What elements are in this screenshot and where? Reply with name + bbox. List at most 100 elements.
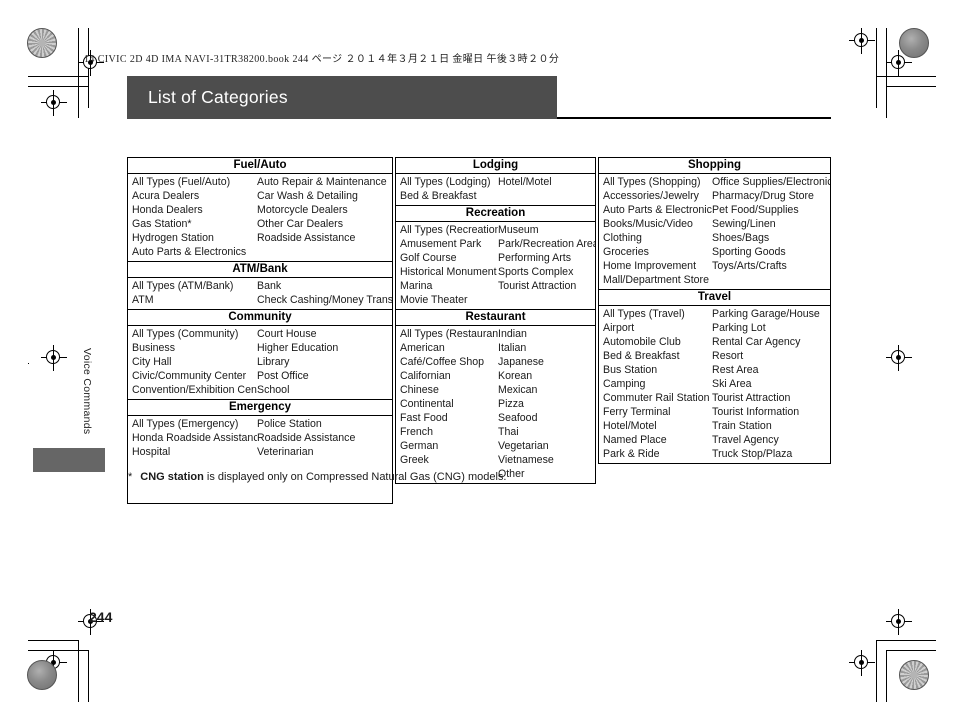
category-row: All Types (Fuel/Auto) Auto Repair & Maint… xyxy=(128,175,392,189)
category-item: Museum xyxy=(498,224,539,236)
category-item: Mexican xyxy=(498,384,538,396)
category-row: Golf Course Performing Arts xyxy=(396,251,595,265)
category-item: School xyxy=(257,384,290,396)
category-group: Lodging All Types (Lodging) Hotel/Motel Bed… xyxy=(396,158,595,205)
category-item xyxy=(712,273,830,287)
category-item: Business xyxy=(132,342,175,354)
section-thumb-tab xyxy=(33,448,105,472)
category-row: All Types (Recreation) Museum xyxy=(396,223,595,237)
category-item: Toys/Arts/Crafts xyxy=(712,260,787,272)
category-row: Acura Dealers Car Wash & Detailing xyxy=(128,189,392,203)
crop-mark-line xyxy=(28,363,29,364)
category-item: Californian xyxy=(400,370,451,382)
category-row: Honda Dealers Motorcycle Dealers xyxy=(128,203,392,217)
category-item: Train Station xyxy=(712,420,772,432)
category-item: Greek xyxy=(400,454,429,466)
category-item: Groceries xyxy=(603,246,649,258)
category-item: Chinese xyxy=(400,384,439,396)
category-row: Historical Monument Sports Complex xyxy=(396,265,595,279)
crop-mark-line xyxy=(876,640,936,641)
category-item: All Types (Travel) xyxy=(603,308,685,320)
registration-mark xyxy=(41,90,67,116)
category-item: Other Car Dealers xyxy=(257,218,343,230)
category-column-2: Lodging All Types (Lodging) Hotel/Motel Bed… xyxy=(395,157,596,484)
category-item: All Types (Lodging) xyxy=(400,176,491,188)
category-group-heading: Recreation xyxy=(396,205,595,222)
category-item: Vietnamese xyxy=(498,454,554,466)
category-row: Bus Station Rest Area xyxy=(599,363,830,377)
category-row: French Thai xyxy=(396,425,595,439)
category-group: Community All Types (Community) Court Hous… xyxy=(128,309,392,399)
registration-mark xyxy=(849,650,875,676)
category-row: Airport Parking Lot xyxy=(599,321,830,335)
category-item: All Types (Fuel/Auto) xyxy=(132,176,231,188)
category-item: Acura Dealers xyxy=(132,190,200,202)
category-item xyxy=(498,293,595,307)
category-row: Amusement Park Park/Recreation Area xyxy=(396,237,595,251)
category-group-body: All Types (Shopping) Office Supplies/Elec… xyxy=(599,174,830,289)
color-calibration-dot xyxy=(899,660,929,690)
category-item: American xyxy=(400,342,445,354)
category-row: ATM Check Cashing/Money Trans xyxy=(128,293,392,307)
category-row: Hospital Veterinarian xyxy=(128,445,392,459)
category-item: Tourist Attraction xyxy=(498,280,577,292)
category-item: Roadside Assistance xyxy=(257,432,356,444)
category-item: Marina xyxy=(400,280,433,292)
category-row: Café/Coffee Shop Japanese xyxy=(396,355,595,369)
category-item: Ski Area xyxy=(712,378,752,390)
category-item xyxy=(257,245,392,259)
category-group-heading: Lodging xyxy=(396,158,595,174)
color-calibration-dot xyxy=(27,660,57,690)
category-item: Rental Car Agency xyxy=(712,336,801,348)
category-item: Check Cashing/Money Trans xyxy=(257,294,392,306)
category-row: American Italian xyxy=(396,341,595,355)
category-row: Groceries Sporting Goods xyxy=(599,245,830,259)
category-item: Historical Monument xyxy=(400,266,497,278)
category-group: Emergency All Types (Emergency) Police Sta… xyxy=(128,399,392,503)
category-item: Golf Course xyxy=(400,252,457,264)
category-group-body: All Types (ATM/Bank) Bank ATM Check Cashing… xyxy=(128,278,392,309)
category-row: Fast Food Seafood xyxy=(396,411,595,425)
category-row: All Types (Emergency) Police Station xyxy=(128,417,392,431)
category-item: Post Office xyxy=(257,370,309,382)
category-row: Auto Parts & Electronics xyxy=(128,245,392,259)
category-row: Auto Parts & Electronics Pet Food/Supplie… xyxy=(599,203,830,217)
category-item: Car Wash & Detailing xyxy=(257,190,358,202)
category-item: Police Station xyxy=(257,418,322,430)
crop-mark-line xyxy=(28,76,88,77)
crop-mark-line xyxy=(876,76,936,77)
category-row: Gas Station* Other Car Dealers xyxy=(128,217,392,231)
category-row: Automobile Club Rental Car Agency xyxy=(599,335,830,349)
category-item: Travel Agency xyxy=(712,434,779,446)
category-row: Continental Pizza xyxy=(396,397,595,411)
category-item: All Types (Community) xyxy=(132,328,239,340)
category-item: Sporting Goods xyxy=(712,246,786,258)
category-item: Commuter Rail Station xyxy=(603,392,710,404)
category-item: Clothing xyxy=(603,232,642,244)
category-item: Honda Dealers xyxy=(132,204,203,216)
category-row: Mall/Department Store xyxy=(599,273,830,287)
category-item: Mall/Department Store xyxy=(603,274,709,286)
category-row: Convention/Exhibition Cent School xyxy=(128,383,392,397)
category-item: Court House xyxy=(257,328,317,340)
category-item: Auto Repair & Maintenance xyxy=(257,176,387,188)
category-item: Airport xyxy=(603,322,635,334)
category-item: Parking Garage/House xyxy=(712,308,820,320)
category-group-heading: Emergency xyxy=(128,399,392,416)
page-title-bar: List of Categories xyxy=(127,76,557,119)
category-item: Sewing/Linen xyxy=(712,218,776,230)
category-row: Books/Music/Video Sewing/Linen xyxy=(599,217,830,231)
category-item: All Types (Restaurant) xyxy=(400,328,498,340)
category-item: All Types (Recreation) xyxy=(400,224,498,236)
category-group-body: All Types (Restaurant) Indian American Ital… xyxy=(396,326,595,483)
category-row-spacer xyxy=(128,487,392,501)
category-item: Tourist Attraction xyxy=(712,392,791,404)
registration-mark xyxy=(41,345,67,371)
page-number: 244 xyxy=(89,609,113,625)
category-item: Office Supplies/Electronics xyxy=(712,176,830,188)
category-group-body: All Types (Community) Court House Business… xyxy=(128,326,392,399)
category-item: Korean xyxy=(498,370,533,382)
category-item: Italian xyxy=(498,342,527,354)
category-row: Greek Vietnamese xyxy=(396,453,595,467)
crop-mark-line xyxy=(28,86,89,87)
